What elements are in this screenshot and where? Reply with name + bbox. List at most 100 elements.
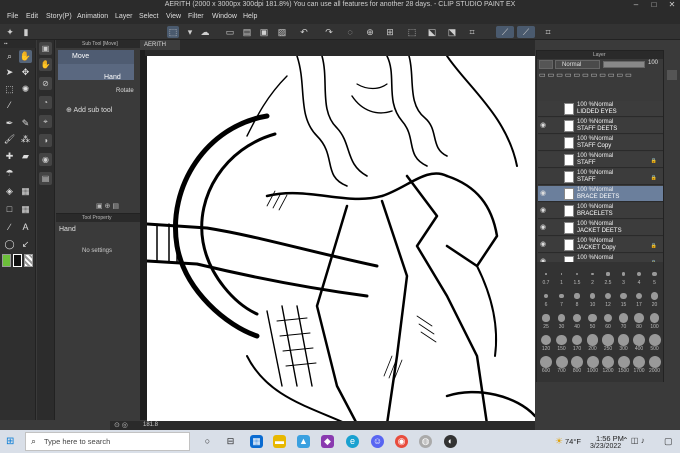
brush-size-dot[interactable]	[633, 356, 645, 368]
brush-size-dot[interactable]	[560, 273, 563, 275]
eye-icon[interactable]: ◉	[540, 241, 548, 249]
maximize-icon[interactable]: □	[646, 0, 662, 10]
weather-temp[interactable]: 74°F	[565, 437, 581, 446]
brush-size-dot[interactable]	[634, 313, 644, 323]
deselect-icon[interactable]: ⬚	[406, 26, 418, 38]
blend-mode-select[interactable]: Normal	[555, 60, 600, 69]
eye-icon[interactable]: ◉	[540, 122, 548, 130]
decoration-icon[interactable]: ✚	[3, 150, 16, 163]
menu-view[interactable]: View	[166, 13, 181, 20]
brush-size-dot[interactable]	[541, 335, 551, 345]
gradient-icon[interactable]: ▦	[19, 185, 32, 198]
brush-size-dot[interactable]	[556, 334, 567, 346]
brush-size-dot[interactable]	[571, 356, 583, 368]
strip-icon[interactable]: ▤	[39, 172, 52, 185]
layer-row[interactable]: ◉ 100 %Normal BRACE DEETS	[538, 186, 663, 202]
text-icon[interactable]: A	[19, 221, 32, 234]
clear-icon[interactable]: ◌	[344, 26, 356, 38]
menu-story[interactable]: Story(P)	[46, 13, 72, 20]
eye-icon[interactable]: ◉	[540, 190, 548, 198]
time-label[interactable]: 1:56 PM	[596, 434, 624, 443]
redo-icon[interactable]: ↷	[323, 26, 335, 38]
canvas-tab[interactable]: AERITH	[140, 40, 180, 50]
store-icon[interactable]: ▦	[250, 435, 263, 448]
brush-size-dot[interactable]	[586, 356, 599, 368]
menu-edit[interactable]: Edit	[26, 13, 38, 20]
layer-toolbar-icons[interactable]: ▭▭▭▭▭▭▭▭▭▭▭	[539, 71, 661, 81]
lock-icon[interactable]: 🔒	[651, 158, 657, 164]
brush-size-dot[interactable]	[591, 272, 594, 276]
brush-icon[interactable]: 🖌	[3, 133, 16, 146]
eye-icon[interactable]	[540, 105, 548, 113]
operation-icon[interactable]: ➤	[3, 66, 16, 79]
fill-icon[interactable]: ⊕	[364, 26, 376, 38]
menu-layer[interactable]: Layer	[115, 13, 133, 20]
auto-select-icon[interactable]: ✺	[19, 83, 32, 96]
brush-size-dot[interactable]	[575, 272, 579, 276]
system-tray-icons[interactable]: ⌃ ◫ ♪	[622, 436, 645, 445]
save-icon[interactable]: ▣	[258, 26, 270, 38]
eraser-icon[interactable]: ▰	[19, 150, 32, 163]
brush-size-dot[interactable]	[649, 313, 660, 323]
brush-size-dot[interactable]	[605, 293, 611, 299]
brush-size-dot[interactable]	[602, 334, 614, 346]
pen-icon[interactable]: ✒	[3, 117, 16, 130]
zoom-icon[interactable]: ⌕	[3, 50, 16, 63]
brush-size-dot[interactable]	[652, 271, 657, 277]
snap-ruler-icon[interactable]: ⟋	[496, 26, 514, 38]
subtool-move[interactable]: Move	[58, 50, 134, 64]
select-more-icon[interactable]: ⬔	[446, 26, 458, 38]
brush-size-dot[interactable]	[648, 356, 661, 368]
dropdown-icon[interactable]: ▾	[184, 26, 196, 38]
taskbar-search[interactable]: ⌕ Type here to search	[25, 432, 190, 451]
windows-start-icon[interactable]: ⊞	[6, 436, 17, 447]
brush-size-dot[interactable]	[621, 272, 626, 276]
lock-icon[interactable]: 🔒	[651, 175, 657, 181]
layer-row[interactable]: ◉ 100 %Normal JACKET DEETS	[538, 220, 663, 236]
brush-size-dot[interactable]	[542, 314, 550, 322]
date-label[interactable]: 3/23/2022	[590, 443, 621, 450]
dock-icon[interactable]	[667, 70, 677, 80]
undo-icon[interactable]: ↶	[298, 26, 310, 38]
crop-icon[interactable]: ⌗	[466, 26, 478, 38]
navigator-icon[interactable]: ⊙ ◎	[114, 421, 128, 429]
eye-icon[interactable]	[540, 156, 548, 164]
eye-icon[interactable]	[540, 173, 548, 181]
layer-row[interactable]: 100 %Normal LIDDED EYES	[538, 101, 663, 117]
layer-row[interactable]: 100 %Normal STAFF 🔒	[538, 169, 663, 185]
brush-size-dot[interactable]	[617, 334, 630, 346]
correct-line-icon[interactable]: ↙	[19, 238, 32, 251]
pencil-icon[interactable]: ✎	[19, 117, 32, 130]
opacity-value[interactable]: 100	[648, 60, 658, 66]
brush-size-dot[interactable]	[545, 273, 547, 275]
strip-icon[interactable]: ◉	[39, 153, 52, 166]
strip-icon[interactable]: ◑	[39, 134, 52, 147]
snap-grid-icon[interactable]: ⌗	[542, 26, 554, 38]
app-icon[interactable]: ◆	[321, 435, 334, 448]
menu-window[interactable]: Window	[212, 13, 237, 20]
brush-size-dot[interactable]	[588, 313, 597, 323]
strip-icon[interactable]: ◔	[39, 96, 52, 109]
opacity-slider[interactable]	[603, 61, 645, 68]
menu-file[interactable]: File	[7, 13, 18, 20]
layer-row[interactable]: 100 %Normal STAFF 🔒	[538, 152, 663, 168]
task-view-icon[interactable]: ○	[201, 435, 214, 448]
eye-icon[interactable]	[540, 139, 548, 147]
zoom-value[interactable]: 181.8	[143, 422, 158, 428]
layer-row[interactable]: ◉ 100 %Normal BRACELETS	[538, 203, 663, 219]
brush-size-dot[interactable]	[574, 293, 580, 299]
widgets-icon[interactable]: ⊟	[224, 435, 237, 448]
frame-icon[interactable]: ▦	[19, 203, 32, 216]
export-icon[interactable]: ▨	[276, 26, 288, 38]
file-explorer-icon[interactable]: ▬	[273, 435, 286, 448]
brush-size-dot[interactable]	[650, 292, 659, 300]
subtool-footer-icons[interactable]: ▣ ⊕ ▤	[96, 202, 119, 210]
brush-size-dot[interactable]	[648, 334, 661, 346]
brush-size-dot[interactable]	[573, 314, 581, 322]
strip-icon[interactable]: ⊘	[39, 77, 52, 90]
clip-studio-icon[interactable]: ✦	[4, 26, 16, 38]
fill-tool-icon[interactable]: ◈	[3, 185, 16, 198]
lock-icon[interactable]: 🔒	[651, 243, 657, 249]
balloon-icon[interactable]: ◯	[3, 238, 16, 251]
cloud-icon[interactable]: ☁	[199, 26, 211, 38]
